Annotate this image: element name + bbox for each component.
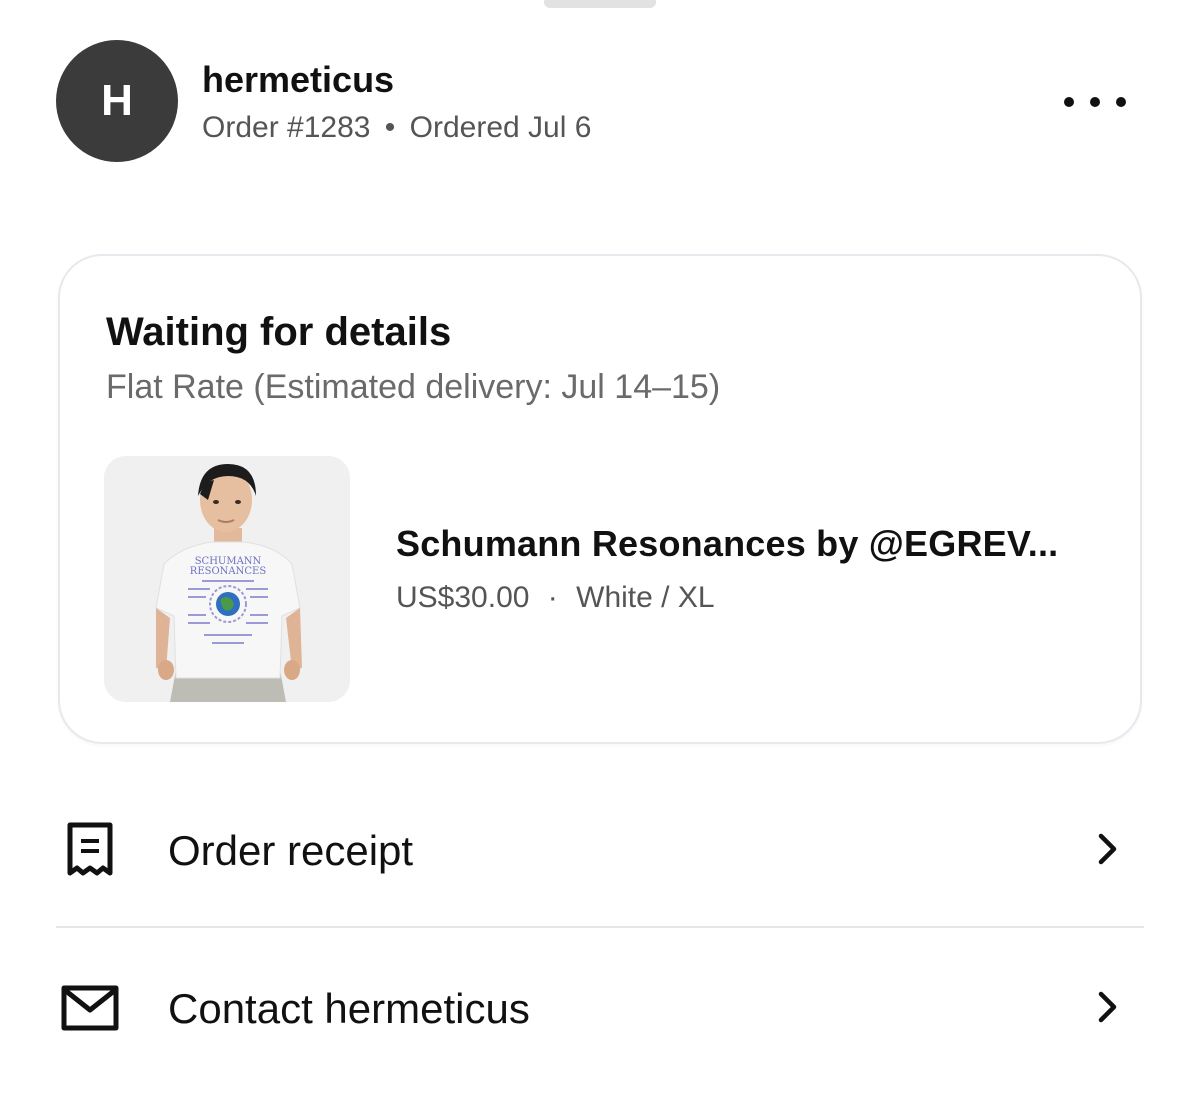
- product-photo-illustration: SCHUMANN RESONANCES: [104, 456, 350, 702]
- avatar[interactable]: H: [56, 40, 178, 162]
- order-info-separator: •: [384, 111, 396, 144]
- contact-shop-row[interactable]: Contact hermeticus: [56, 948, 1144, 1068]
- order-header: H hermeticus Order #1283 • Ordered Jul 6: [56, 40, 1146, 164]
- contact-shop-label: Contact hermeticus: [168, 985, 530, 1032]
- sheet-drag-handle[interactable]: [544, 0, 656, 8]
- shipping-method: Flat Rate (Estimated delivery: Jul 14–15…: [106, 368, 721, 406]
- more-options-button[interactable]: [1064, 86, 1126, 118]
- shirt-print-text: RESONANCES: [190, 566, 267, 577]
- order-number: Order #1283: [202, 111, 371, 144]
- product-image[interactable]: SCHUMANN RESONANCES: [104, 456, 350, 702]
- product-variant: White / XL: [576, 581, 715, 614]
- envelope-icon: [61, 985, 119, 1031]
- order-receipt-row[interactable]: Order receipt: [56, 790, 1144, 910]
- shop-name[interactable]: hermeticus: [202, 58, 394, 102]
- order-receipt-label: Order receipt: [168, 827, 414, 874]
- product-title[interactable]: Schumann Resonances by @EGREV...: [396, 522, 1058, 566]
- avatar-initial: H: [101, 76, 133, 125]
- chevron-right-icon: [1098, 833, 1117, 865]
- status-title: Waiting for details: [106, 310, 452, 354]
- chevron-right-icon: [1098, 991, 1117, 1023]
- product-price: US$30.00: [396, 581, 530, 614]
- ordered-date: Ordered Jul 6: [409, 111, 592, 144]
- more-horizontal-icon: [1064, 97, 1074, 107]
- product-meta-separator: ·: [547, 581, 558, 614]
- receipt-icon: [67, 822, 113, 876]
- shipment-status-card: Waiting for details Flat Rate (Estimated…: [58, 254, 1142, 744]
- product-meta: US$30.00 · White / XL: [396, 578, 715, 618]
- order-detail-sheet: H hermeticus Order #1283 • Ordered Jul 6…: [0, 0, 1200, 1105]
- order-info: Order #1283 • Ordered Jul 6: [202, 108, 591, 148]
- divider: [56, 926, 1144, 928]
